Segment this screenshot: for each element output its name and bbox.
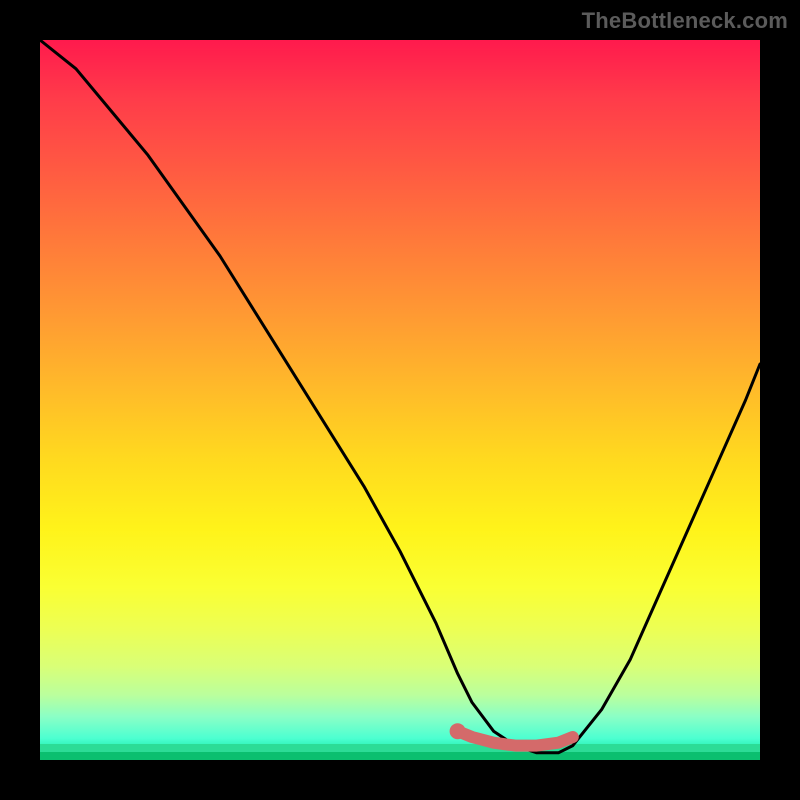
watermark-text: TheBottleneck.com xyxy=(582,8,788,34)
highlight-segment xyxy=(458,731,573,745)
plot-area xyxy=(40,40,760,760)
chart-frame: TheBottleneck.com xyxy=(0,0,800,800)
chart-svg xyxy=(40,40,760,760)
highlight-dot xyxy=(450,723,466,739)
bottleneck-curve xyxy=(40,40,760,753)
